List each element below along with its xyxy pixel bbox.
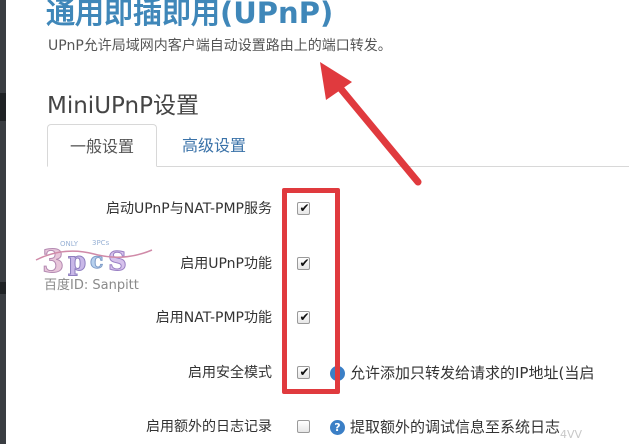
svg-text:S: S: [108, 247, 127, 276]
help-icon[interactable]: ?: [330, 420, 345, 435]
corner-fragment: 4VV: [560, 428, 583, 441]
setting-row-extra-logging: 启用额外的日志记录 ? 提取额外的调试信息至系统日志: [0, 413, 629, 441]
left-edge-mark: [0, 282, 6, 294]
annotation-highlight-box: [282, 188, 340, 394]
extra-logging-checkbox[interactable]: [297, 420, 310, 433]
page-title: 通用即插即用(UPnP): [46, 0, 334, 30]
settings-tabs: 一般设置 高级设置: [47, 124, 629, 167]
page-description: UPnP允许局域网内客户端自动设置路由上的端口转发。: [48, 38, 392, 54]
help-text: 允许添加只转发给请求的IP地址(当启: [350, 364, 595, 382]
setting-label: 启用NAT-PMP功能: [155, 310, 272, 326]
setting-label: 启用额外的日志记录: [146, 419, 272, 435]
svg-text:c: c: [90, 248, 103, 274]
setting-label: 启动UPnP与NAT-PMP服务: [105, 201, 272, 217]
setting-label: 启用安全模式: [188, 365, 272, 381]
left-edge-mark: [0, 93, 6, 121]
watermark-logo-icon: ONLY 3PCs 3 p c S: [35, 239, 153, 276]
tab-advanced-settings[interactable]: 高级设置: [179, 124, 249, 167]
tab-general-settings[interactable]: 一般设置: [47, 124, 157, 167]
watermark-id-text: 百度ID: Sanpitt: [44, 278, 139, 293]
svg-text:3PCs: 3PCs: [92, 239, 110, 247]
setting-label: 启用UPnP功能: [180, 256, 272, 272]
section-title: MiniUPnP设置: [47, 93, 199, 119]
svg-text:3: 3: [42, 242, 64, 276]
help-text: 提取额外的调试信息至系统日志: [350, 418, 561, 436]
watermark: ONLY 3PCs 3 p c S 百度ID: Sanpitt: [30, 232, 160, 294]
